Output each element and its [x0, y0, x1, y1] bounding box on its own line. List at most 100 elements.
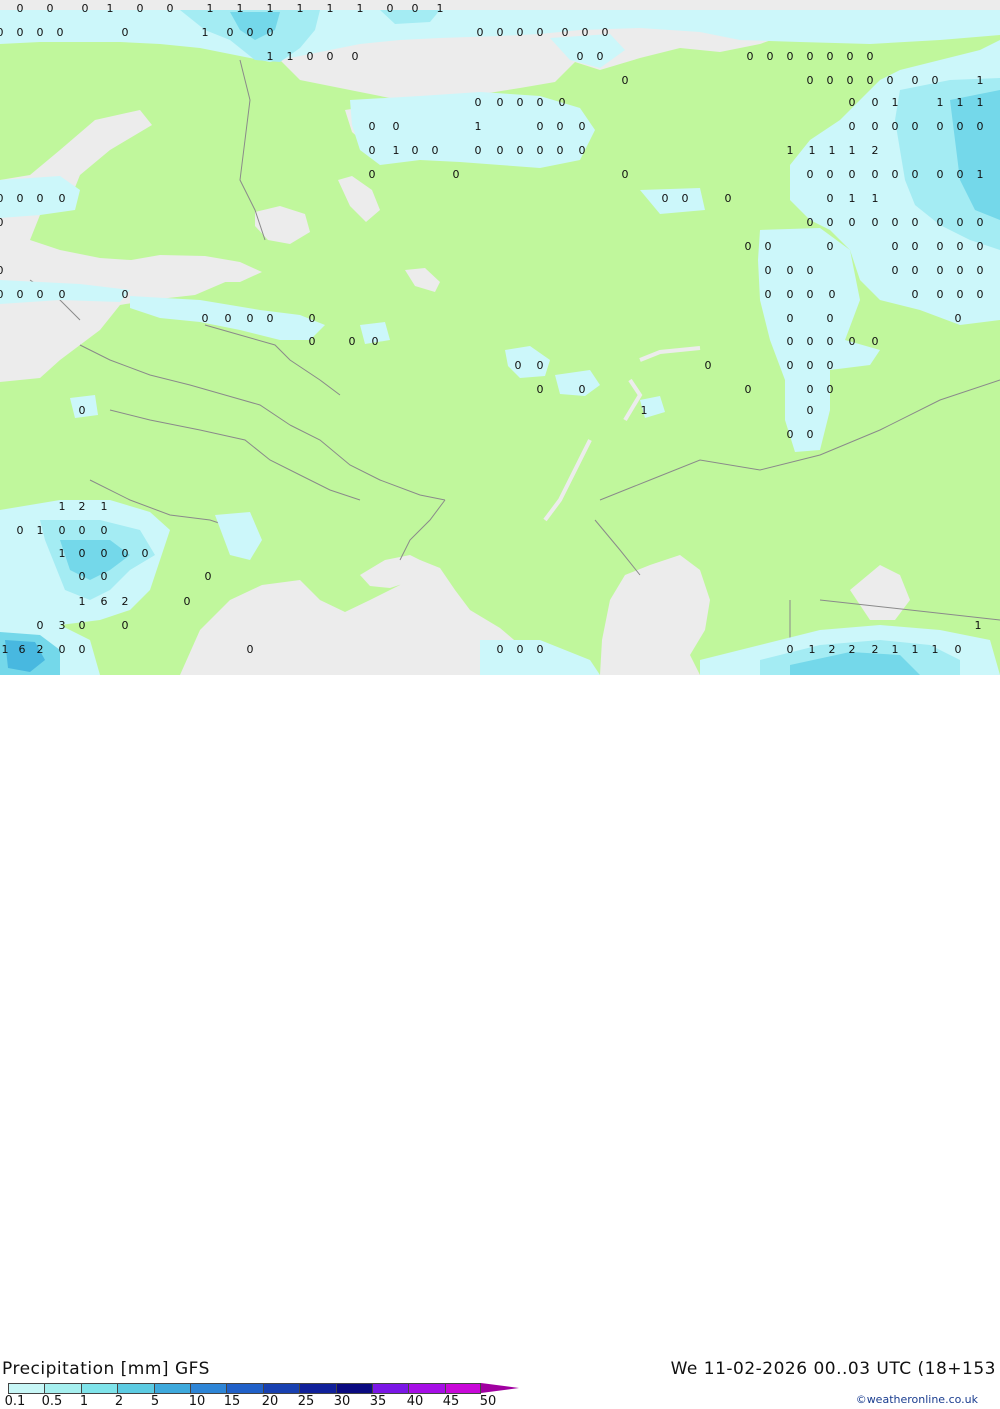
point-value: 3	[59, 619, 66, 632]
point-value: 1	[287, 50, 294, 63]
point-value: 0	[412, 144, 419, 157]
point-value: 1	[59, 547, 66, 560]
point-value: 1	[975, 619, 982, 632]
point-value: 0	[912, 240, 919, 253]
color-scale-bar	[8, 1383, 482, 1394]
point-value: 0	[557, 120, 564, 133]
point-value: 0	[82, 2, 89, 15]
color-scale-tick: 2	[114, 1394, 124, 1409]
point-value: 0	[912, 74, 919, 87]
point-value: 0	[537, 26, 544, 39]
color-scale-swatch	[408, 1383, 445, 1394]
point-value: 1	[641, 404, 648, 417]
point-value: 1	[79, 595, 86, 608]
point-value: 0	[662, 192, 669, 205]
point-value: 0	[122, 26, 129, 39]
point-value: 1	[977, 168, 984, 181]
point-value: 1	[437, 2, 444, 15]
point-value: 6	[101, 595, 108, 608]
color-scale-swatch	[226, 1383, 263, 1394]
point-value: 1	[101, 500, 108, 513]
point-value: 0	[745, 240, 752, 253]
point-value: 0	[957, 288, 964, 301]
point-value: 0	[872, 120, 879, 133]
point-value: 0	[227, 26, 234, 39]
point-value: 0	[807, 50, 814, 63]
point-value: 2	[849, 643, 856, 656]
point-value: 1	[977, 74, 984, 87]
color-scale-tick: 35	[369, 1394, 387, 1409]
color-scale-tick: 40	[406, 1394, 424, 1409]
point-value: 0	[787, 312, 794, 325]
point-value: 0	[122, 619, 129, 632]
point-value: 0	[807, 428, 814, 441]
color-scale-tick: 15	[223, 1394, 241, 1409]
point-value: 0	[765, 288, 772, 301]
point-value: 0	[602, 26, 609, 39]
point-value: 0	[787, 288, 794, 301]
point-value: 0	[977, 120, 984, 133]
point-value: 0	[955, 312, 962, 325]
point-value: 0	[849, 216, 856, 229]
point-value: 1	[237, 2, 244, 15]
point-value: 0	[137, 2, 144, 15]
color-scale-arrow	[481, 1383, 519, 1393]
point-value: 0	[17, 26, 24, 39]
point-value: 0	[937, 240, 944, 253]
point-value: 0	[787, 335, 794, 348]
point-value: 1	[297, 2, 304, 15]
color-scale-swatch	[262, 1383, 300, 1394]
point-value: 2	[122, 595, 129, 608]
point-value: 2	[79, 500, 86, 513]
point-value: 0	[515, 359, 522, 372]
point-value: 0	[827, 335, 834, 348]
point-value: 0	[787, 643, 794, 656]
point-value: 0	[747, 50, 754, 63]
point-value: 0	[327, 50, 334, 63]
point-value: 0	[765, 264, 772, 277]
point-value: 0	[892, 240, 899, 253]
point-value: 0	[0, 264, 4, 277]
point-value: 0	[787, 264, 794, 277]
point-value: 0	[517, 96, 524, 109]
point-value: 0	[247, 643, 254, 656]
point-value: 0	[807, 383, 814, 396]
precipitation-map: 0001001111110010000010000000000110000000…	[0, 0, 1000, 675]
point-value: 0	[977, 264, 984, 277]
color-scale-swatch	[299, 1383, 336, 1394]
point-value: 0	[597, 50, 604, 63]
point-value: 0	[17, 524, 24, 537]
point-value: 0	[393, 120, 400, 133]
point-value: 0	[517, 144, 524, 157]
point-value: 0	[497, 144, 504, 157]
point-value: 0	[372, 335, 379, 348]
point-value: 0	[867, 50, 874, 63]
color-scale-tick: 20	[261, 1394, 279, 1409]
point-value: 1	[809, 144, 816, 157]
point-value: 0	[867, 74, 874, 87]
credit-text: ©weatheronline.co.uk	[855, 1393, 978, 1406]
point-value: 0	[267, 312, 274, 325]
point-value: 0	[537, 383, 544, 396]
color-scale-tick: 50	[479, 1394, 497, 1409]
point-value: 1	[849, 192, 856, 205]
point-value: 0	[57, 26, 64, 39]
color-scale-tick: 0.1	[4, 1394, 26, 1409]
point-value: 0	[682, 192, 689, 205]
point-value: 1	[892, 643, 899, 656]
point-value: 0	[787, 50, 794, 63]
color-scale-tick: 25	[297, 1394, 315, 1409]
point-value: 0	[59, 192, 66, 205]
point-value: 0	[977, 216, 984, 229]
point-value: 0	[79, 643, 86, 656]
point-value: 0	[827, 312, 834, 325]
point-value: 0	[37, 192, 44, 205]
point-value: 1	[393, 144, 400, 157]
point-value: 0	[622, 74, 629, 87]
point-value: 0	[497, 643, 504, 656]
point-value: 0	[579, 120, 586, 133]
point-value: 1	[327, 2, 334, 15]
point-value: 0	[307, 50, 314, 63]
point-value: 0	[892, 216, 899, 229]
point-value: 0	[977, 240, 984, 253]
